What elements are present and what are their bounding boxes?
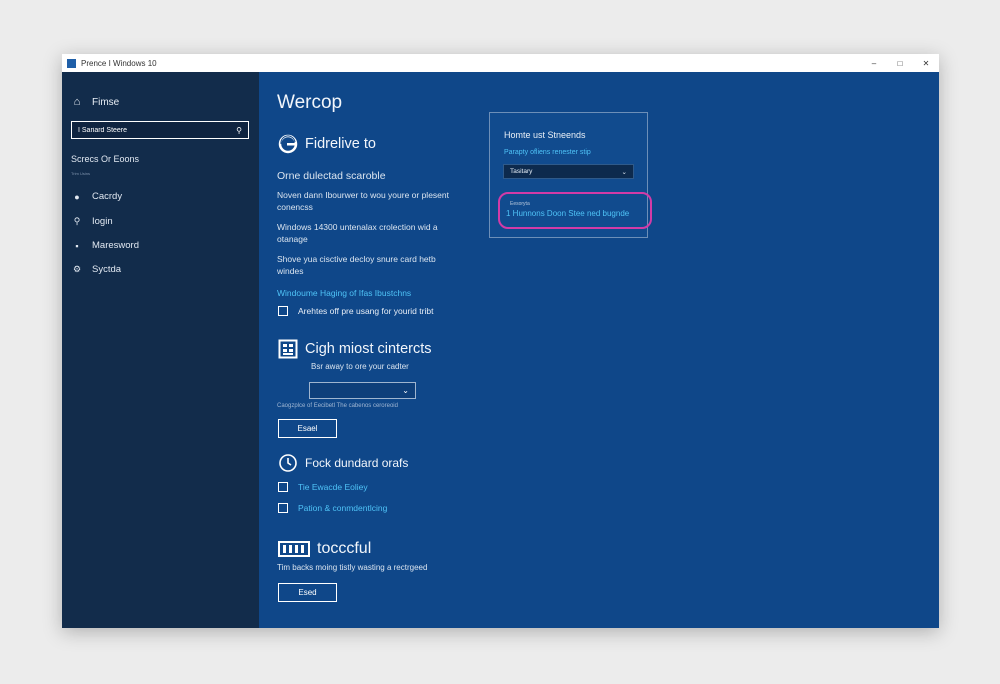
- description-text: Tim backs moing tistly wasting a rectrge…: [277, 563, 428, 572]
- save-button[interactable]: Esael: [278, 419, 337, 438]
- home-icon: ⌂: [73, 96, 81, 108]
- section-subheading: Orne dulectad scaroble: [277, 170, 386, 182]
- clock-icon: [277, 452, 299, 474]
- sidebar-item-label: Iogin: [92, 216, 113, 227]
- sidebar-item-home[interactable]: ⌂ Fimse: [71, 96, 120, 108]
- sidebar-section-subheader: Trim Usins: [71, 171, 90, 176]
- close-button[interactable]: ✕: [913, 54, 939, 72]
- sidebar-item-password[interactable]: ▪ Maresword: [71, 240, 139, 251]
- link-checkbox-row[interactable]: Tie Ewacde Eoliey: [278, 482, 368, 492]
- checkbox-label: Arehtes off pre usang for yourid tribt: [298, 306, 434, 316]
- highlight-label: Eesoryta: [510, 201, 530, 207]
- section-clock-header: Fock dundard orafs: [277, 452, 408, 474]
- description-text: conencss: [277, 202, 313, 212]
- section-heading: tocccful: [317, 540, 372, 557]
- section-keyboard-header: tocccful: [277, 538, 371, 560]
- search-icon[interactable]: ⚲: [236, 126, 242, 135]
- sidebar-item-account[interactable]: ● Cacrdy: [71, 191, 122, 202]
- title-bar: Prence I Windows 10 – □ ✕: [62, 54, 939, 72]
- option-checkbox-row[interactable]: Arehtes off pre usang for yourid tribt: [278, 306, 433, 316]
- caption-text: Caogzplce of Eecibetl The cabenos cerore…: [277, 403, 398, 409]
- checkbox[interactable]: [278, 306, 288, 316]
- section-heading: Fidrelive to: [305, 136, 376, 152]
- panel-dropdown-value: Tasitary: [510, 168, 533, 175]
- gear-icon: ⚙: [72, 264, 82, 274]
- dropdown-select[interactable]: ⌄: [309, 382, 416, 399]
- keyboard-icon: [277, 538, 311, 560]
- panel-dropdown[interactable]: Tasitary ⌄: [503, 164, 634, 179]
- app-icon: [67, 58, 76, 68]
- privacy-link[interactable]: Pation & conmdentlcing: [298, 503, 387, 513]
- panel-title: Homte ust Stneends: [504, 130, 586, 140]
- sidebar: ⌂ Fimse ⚲ Screcs Or Eoons Trim Usins ● C…: [62, 72, 259, 628]
- section-edge-header: Fidrelive to: [277, 133, 376, 155]
- app-window: Prence I Windows 10 – □ ✕ ⌂ Fimse ⚲ Scre…: [62, 54, 939, 628]
- highlight-link[interactable]: 1 Hunnons Doon Stee ned bugnde: [506, 209, 629, 218]
- search-input[interactable]: [78, 126, 237, 134]
- page-title: Wercop: [277, 92, 343, 113]
- description-text: otanage: [277, 234, 308, 244]
- chevron-down-icon: ⌄: [621, 168, 627, 176]
- save-button[interactable]: Esed: [278, 583, 337, 602]
- section-heading: Cigh miost cintercts: [305, 341, 432, 357]
- description-text: Windows 14300 untenalax crolection wid a: [277, 222, 438, 232]
- highlighted-option[interactable]: Eesoryta 1 Hunnons Doon Stee ned bugnde: [498, 192, 652, 229]
- panel-link[interactable]: Parapty ofliens renester stip: [504, 149, 591, 156]
- main-content: Wercop Fidrelive to Orne dulectad scarob…: [259, 72, 939, 628]
- maximize-button[interactable]: □: [887, 54, 913, 72]
- section-subheading: Bsr away to ore your cadter: [311, 362, 409, 371]
- sidebar-item-label: Syctda: [92, 264, 122, 275]
- sidebar-section-header: Screcs Or Eoons: [71, 154, 140, 164]
- link-checkbox-row[interactable]: Pation & conmdentlcing: [278, 503, 387, 513]
- window-title: Prence I Windows 10: [81, 58, 157, 68]
- keyboard-icon: ▪: [75, 240, 79, 251]
- section-calculator-header: Cigh miost cintercts: [277, 338, 432, 360]
- sidebar-item-label: Maresword: [92, 240, 139, 251]
- sidebar-item-label: Cacrdy: [92, 191, 123, 202]
- sidebar-item-login[interactable]: ⚲ Iogin: [71, 216, 113, 227]
- help-link[interactable]: Windoume Haging of Ifas Ibustchns: [277, 288, 411, 298]
- checkbox[interactable]: [278, 482, 288, 492]
- policy-link[interactable]: Tie Ewacde Eoliey: [298, 482, 368, 492]
- sidebar-item-sync[interactable]: ⚙ Syctda: [71, 264, 121, 275]
- edge-icon: [277, 133, 299, 155]
- chevron-down-icon: ⌄: [402, 386, 409, 395]
- sidebar-item-label: Fimse: [92, 96, 120, 108]
- search-box[interactable]: ⚲: [71, 121, 249, 139]
- minimize-button[interactable]: –: [861, 54, 887, 72]
- location-icon: ⚲: [73, 216, 81, 226]
- person-icon: ●: [74, 191, 80, 202]
- section-heading: Fock dundard orafs: [305, 456, 409, 470]
- description-text: Shove yua cisctive decloy snure card het…: [277, 254, 436, 264]
- checkbox[interactable]: [278, 503, 288, 513]
- description-text: Noven dann Ibourwer to wou youre or ples…: [277, 190, 449, 200]
- calculator-icon: [277, 338, 299, 360]
- description-text: windes: [277, 266, 304, 276]
- settings-panel: Homte ust Stneends Parapty ofliens renes…: [489, 112, 652, 238]
